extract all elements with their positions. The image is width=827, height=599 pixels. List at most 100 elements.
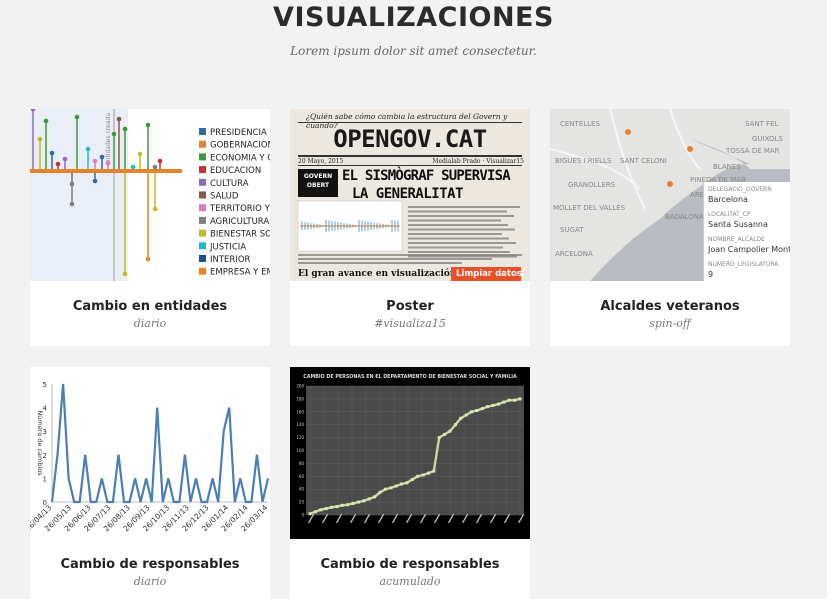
map-place-label: BLANES — [713, 163, 741, 171]
data-point — [308, 512, 312, 516]
legend-swatch — [199, 267, 206, 275]
baseline-dot — [94, 169, 98, 173]
card-title[interactable]: Alcaldes veteranos — [550, 299, 790, 314]
card-title[interactable]: Poster — [290, 299, 530, 314]
data-point — [437, 436, 441, 440]
data-point — [421, 473, 425, 477]
poster-bottom-box-text: Limpiar datos, — [456, 269, 526, 279]
card-title[interactable]: Cambio de responsables — [290, 557, 530, 572]
legend-swatch — [199, 191, 206, 199]
data-point — [373, 495, 377, 499]
lollipop-dot — [49, 150, 55, 156]
poster-text-line — [408, 210, 507, 213]
map-popup: DELEGACIO_GOVERN Barcelona LOCALITAT_CP … — [703, 182, 790, 281]
baseline-dot — [106, 169, 110, 173]
data-point — [416, 474, 420, 478]
popup-key: NUMERO_LEGISLATURA — [708, 261, 779, 268]
baseline-dot — [102, 169, 106, 173]
legend-swatch — [199, 255, 206, 262]
card-poster[interactable]: ¿Quién sabe cómo cambia la estructura de… — [290, 109, 530, 346]
thumbnail-entidades-chart[interactable]: entidades creada PRESIDENCIA GOBERNACION EC… — [30, 109, 270, 281]
poster-text-line — [408, 242, 516, 244]
x-tick-label — [503, 513, 511, 524]
baseline-dot — [78, 169, 82, 173]
y-tick-label: 80 — [299, 461, 305, 466]
baseline-dot — [82, 169, 86, 173]
chart-title: CAMBIO DE PERSONAS EN EL DEPARTAMENTO DE… — [303, 374, 517, 380]
data-point — [464, 413, 468, 417]
y-tick-label: 1 — [43, 475, 47, 483]
map-place-label: GUIXOLS — [752, 135, 783, 143]
legend-label: PRESIDENCIA — [210, 128, 267, 138]
thumbnail-map[interactable]: CENTELLES SANT FEL GUIXOLS BIGUES I RIELLS S… — [550, 109, 790, 281]
baseline-dot — [110, 169, 114, 173]
card-title[interactable]: Cambio en entidades — [30, 299, 270, 314]
popup-key: DELEGACIO_GOVERN — [708, 186, 772, 193]
card-alcaldes-veteranos[interactable]: CENTELLES SANT FEL GUIXOLS BIGUES I RIELLS S… — [550, 109, 790, 346]
data-point — [313, 510, 317, 514]
data-point — [324, 507, 328, 511]
lollipop-dot — [152, 206, 158, 212]
poster-bottom-box: Limpiar datos, — [451, 267, 525, 281]
x-tick-label — [419, 513, 427, 524]
data-point — [410, 478, 414, 481]
baseline-dot — [30, 169, 34, 173]
series-line — [50, 383, 270, 504]
card-cambio-responsables-acumulado[interactable]: CAMBIO DE PERSONAS EN EL DEPARTAMENTO DE… — [290, 367, 530, 599]
data-point — [394, 484, 398, 488]
data-point — [378, 490, 382, 494]
poster-text-line — [408, 228, 515, 231]
data-point — [459, 416, 463, 420]
baseline-dot — [130, 169, 134, 173]
data-point — [513, 398, 517, 402]
data-point — [357, 500, 360, 504]
x-tick-label — [433, 513, 441, 524]
poster-text-line — [298, 258, 492, 260]
map-place-label: SUGAT — [560, 226, 584, 234]
card-cambio-entidades[interactable]: entidades creada PRESIDENCIA GOBERNACION EC… — [30, 109, 270, 346]
lollipop-dot — [111, 131, 117, 137]
poster-text-line — [408, 215, 514, 217]
poster-text-line — [408, 251, 510, 253]
map-marker — [687, 146, 693, 152]
legend-swatch — [199, 178, 206, 186]
data-point — [389, 486, 393, 490]
data-point — [480, 407, 484, 411]
baseline-dot — [138, 169, 142, 173]
lollipop-dot — [130, 164, 136, 170]
data-point — [470, 410, 473, 414]
thumbnail-poster[interactable]: ¿Quién sabe cómo cambia la estructura de… — [290, 109, 530, 281]
baseline-dot — [142, 169, 146, 173]
map-place-label: CENTELLES — [560, 120, 600, 128]
data-point — [367, 497, 371, 501]
x-tick-label — [489, 513, 497, 524]
baseline-dot — [58, 169, 62, 173]
x-tick-label — [308, 513, 315, 524]
data-point — [351, 501, 355, 505]
page-title: VISUALIZACIONES — [273, 2, 554, 33]
data-point — [330, 505, 333, 509]
legend-swatch — [199, 216, 206, 224]
lollipop-dot — [69, 201, 75, 207]
baseline-dot — [46, 169, 50, 173]
lollipop-dot — [43, 118, 49, 124]
baseline-dot — [70, 169, 74, 173]
thumbnail-responsables-diario[interactable]: 0 1 2 3 4 5 Número de cambios 26/04/13 26/05/13 2… — [30, 367, 270, 539]
data-point — [518, 397, 522, 401]
data-point — [432, 469, 436, 473]
thumbnail-responsables-acumulado[interactable]: CAMBIO DE PERSONAS EN EL DEPARTAMENTO DE… — [290, 367, 530, 539]
card-title[interactable]: Cambio de responsables — [30, 557, 270, 572]
data-point — [443, 432, 447, 436]
data-point — [502, 400, 506, 404]
lollipop-dot — [37, 136, 43, 142]
x-tick-label — [461, 513, 469, 524]
card-subtitle: diario — [133, 575, 167, 588]
legend-label: CULTURA — [210, 179, 249, 189]
card-cambio-responsables-diario[interactable]: 0 1 2 3 4 5 Número de cambios 26/04/13 26/05/13 2… — [30, 367, 270, 599]
popup-value: Barcelona — [708, 195, 748, 204]
lollipop-dot — [92, 158, 98, 164]
map-place-label: SANT FEL — [745, 120, 779, 128]
legend-label: ECONOMIA Y C — [210, 153, 270, 163]
map-place-label: GRANOLLERS — [568, 181, 616, 189]
data-point — [507, 398, 511, 402]
